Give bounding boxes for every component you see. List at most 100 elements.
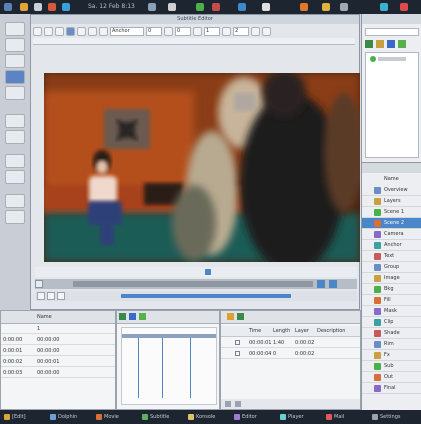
select-tool-icon[interactable] <box>5 70 25 84</box>
battery-icon[interactable] <box>262 3 270 11</box>
add-icon[interactable] <box>119 313 126 320</box>
scrubber-range[interactable] <box>73 281 313 287</box>
layer-row[interactable]: Final <box>362 383 421 394</box>
x-field[interactable]: 0 <box>146 26 162 36</box>
row-checkbox[interactable] <box>235 340 240 345</box>
layer-row[interactable]: Layers <box>362 196 421 207</box>
layer-row[interactable]: Out <box>362 372 421 383</box>
table-row[interactable]: 00:00:01 1:40 0:00:02 <box>221 337 360 348</box>
taskbar-item[interactable]: Editor <box>234 413 257 421</box>
list-item[interactable] <box>378 57 406 61</box>
layer-row[interactable]: Image <box>362 273 421 284</box>
open-icon[interactable] <box>44 26 53 36</box>
layer-row[interactable]: Scene 1 <box>362 207 421 218</box>
stop-icon[interactable] <box>77 26 86 36</box>
pause-button-icon[interactable] <box>47 292 55 300</box>
progress-bar[interactable] <box>121 294 291 298</box>
stepper-icon[interactable] <box>193 26 202 36</box>
taskbar-item[interactable]: [Edit] <box>4 413 26 421</box>
cue-marker[interactable] <box>162 338 163 398</box>
stepper-icon[interactable] <box>222 26 231 36</box>
files-icon[interactable] <box>34 3 42 11</box>
loop-button-icon[interactable] <box>57 292 65 300</box>
next-frame-icon[interactable] <box>317 280 325 288</box>
browser-icon[interactable] <box>48 3 56 11</box>
search-icon[interactable] <box>380 3 388 11</box>
network-icon[interactable] <box>196 3 204 11</box>
update-icon[interactable] <box>300 3 308 11</box>
tray-icon[interactable] <box>168 3 176 11</box>
edit-icon[interactable] <box>227 313 234 320</box>
redo-icon[interactable] <box>99 26 108 36</box>
row-checkbox[interactable] <box>235 351 240 356</box>
taskbar-item[interactable]: Konsole <box>188 413 215 421</box>
end-icon[interactable] <box>329 280 337 288</box>
layer-row[interactable]: Overview <box>362 185 421 196</box>
table-row[interactable]: 0:00:03 00:00:00 <box>1 367 115 378</box>
layer-row[interactable]: Fill <box>362 295 421 306</box>
scrubber-track[interactable] <box>35 279 357 289</box>
timeline-area[interactable] <box>121 327 217 405</box>
grid-tool-icon[interactable] <box>5 194 25 208</box>
mail-icon[interactable] <box>62 3 70 11</box>
play-icon[interactable] <box>66 26 75 36</box>
volume-icon[interactable] <box>238 3 246 11</box>
layer-row[interactable]: Bkg <box>362 284 421 295</box>
layer-tool-icon[interactable] <box>5 154 25 168</box>
add-icon[interactable] <box>237 313 244 320</box>
add-icon[interactable] <box>365 40 373 48</box>
anchor-field[interactable]: Anchor <box>110 26 144 36</box>
link-icon[interactable] <box>387 40 395 48</box>
pen-tool-icon[interactable] <box>5 86 25 100</box>
layer-row[interactable]: Group <box>362 262 421 273</box>
app-menu-icon[interactable] <box>4 3 12 11</box>
taskbar-item[interactable]: Subtitle <box>142 413 169 421</box>
h-field[interactable]: 2 <box>233 26 249 36</box>
power-icon[interactable] <box>322 3 330 11</box>
layer-row[interactable]: Sub <box>362 361 421 372</box>
link-icon[interactable] <box>129 313 136 320</box>
taskbar-item[interactable]: Dolphin <box>50 413 77 421</box>
snap-tool-icon[interactable] <box>5 210 25 224</box>
video-preview[interactable] <box>44 73 360 262</box>
zoom-icon[interactable] <box>262 26 271 36</box>
cue-marker[interactable] <box>138 338 139 398</box>
table-row[interactable]: 00:00:04 0 0:00:02 <box>221 348 360 359</box>
layer-row[interactable]: Shade <box>362 328 421 339</box>
layer-row[interactable]: Anchor <box>362 240 421 251</box>
taskbar-item[interactable]: Movie <box>96 413 119 421</box>
layer-row[interactable]: Mask <box>362 306 421 317</box>
save-icon[interactable] <box>55 26 64 36</box>
text-tool-icon[interactable] <box>5 54 25 68</box>
table-row[interactable]: 0:00:00 00:00:00 <box>1 334 115 345</box>
y-field[interactable]: 0 <box>175 26 191 36</box>
layer-row[interactable]: Text <box>362 251 421 262</box>
folder-icon[interactable] <box>376 40 384 48</box>
pointer-tool-icon[interactable] <box>5 22 25 36</box>
color-tool-icon[interactable] <box>5 170 25 184</box>
hand-tool-icon[interactable] <box>5 130 25 144</box>
move-tool-icon[interactable] <box>5 38 25 52</box>
check-icon[interactable] <box>139 313 146 320</box>
scroll-left-icon[interactable] <box>225 401 231 407</box>
layer-row[interactable]: Scene 2 <box>362 218 421 229</box>
undo-icon[interactable] <box>88 26 97 36</box>
record-icon[interactable] <box>212 3 220 11</box>
scroll-right-icon[interactable] <box>235 401 241 407</box>
launcher-icon[interactable] <box>20 3 28 11</box>
stepper-icon[interactable] <box>164 26 173 36</box>
tray-icon[interactable] <box>148 3 156 11</box>
play-button-icon[interactable] <box>37 292 45 300</box>
close-icon[interactable] <box>400 3 408 11</box>
taskbar-item[interactable]: Settings <box>372 413 401 421</box>
check-icon[interactable] <box>398 40 406 48</box>
new-icon[interactable] <box>33 26 42 36</box>
playhead-marker[interactable] <box>205 269 211 275</box>
cue-marker[interactable] <box>190 338 191 398</box>
taskbar-item[interactable]: Player <box>280 413 304 421</box>
table-row[interactable]: 0:00:01 00:00:00 <box>1 345 115 356</box>
grid-icon[interactable] <box>251 26 260 36</box>
prev-frame-icon[interactable] <box>35 280 43 288</box>
settings-icon[interactable] <box>340 3 348 11</box>
zoom-tool-icon[interactable] <box>5 114 25 128</box>
